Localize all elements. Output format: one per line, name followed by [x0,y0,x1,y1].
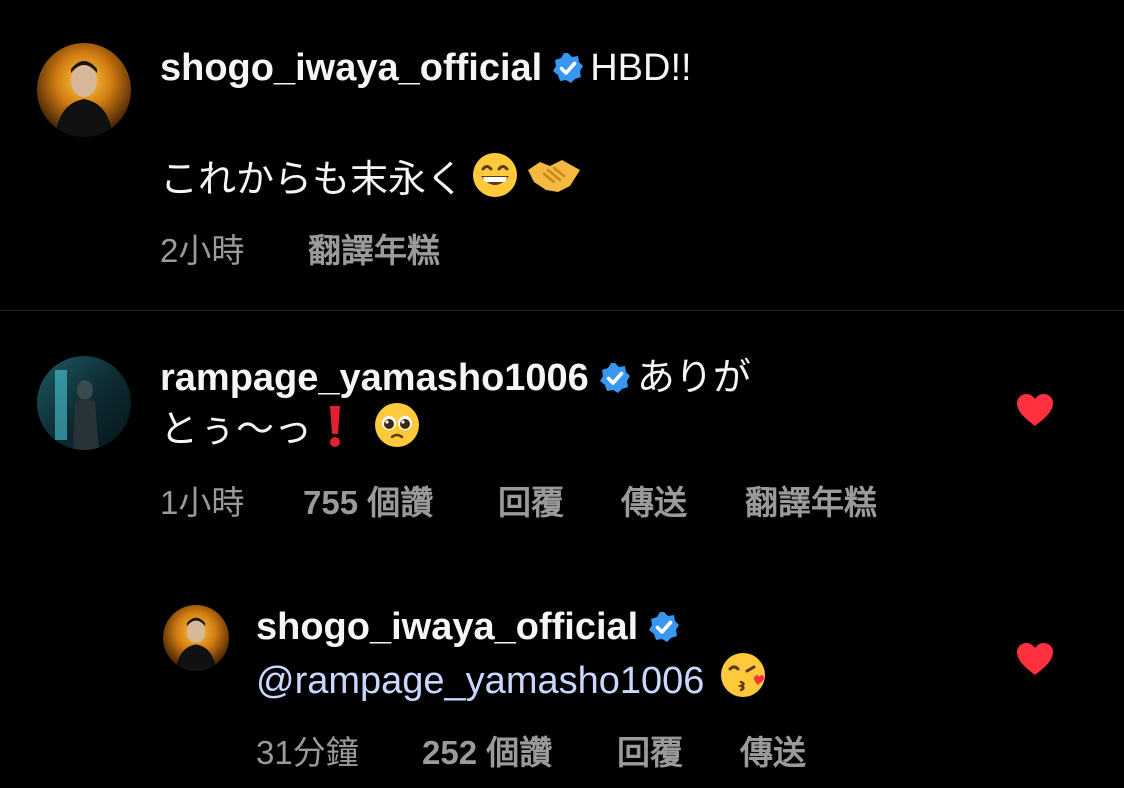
like-heart-icon[interactable] [1016,393,1054,427]
verified-badge-icon [552,48,584,96]
likes-count[interactable]: 252 個讚 [422,726,552,774]
mention-link[interactable]: @rampage_yamasho1006 [256,660,704,702]
divider [0,310,1124,311]
handshake-emoji [526,152,582,210]
comment-time: 1小時 [160,484,245,521]
avatar[interactable] [37,356,131,450]
reply-username[interactable]: shogo_iwaya_official [256,606,638,648]
avatar[interactable] [163,605,229,671]
comment-text: ありが [636,357,751,399]
comment-text: とぅ〜っ [160,409,313,451]
send-button[interactable]: 傳送 [621,476,687,524]
comment-username[interactable]: rampage_yamasho1006 [160,357,589,399]
grinning-face-emoji [472,152,518,210]
translate-link[interactable]: 翻譯年糕 [308,224,440,272]
likes-count[interactable]: 755 個讚 [303,476,433,524]
like-heart-icon[interactable] [1016,642,1054,676]
comment-text: HBD!! [590,47,692,89]
exclamation-emoji [326,404,344,460]
comment-time: 2小時 [160,232,245,269]
send-button[interactable]: 傳送 [740,726,806,774]
comment-time: 31分鐘 [256,734,359,771]
reply-button[interactable]: 回覆 [498,476,564,524]
kissing-face-emoji [720,651,768,711]
verified-badge-icon [599,358,631,406]
verified-badge-icon [648,607,680,655]
comment-text: これからも末永く [160,159,465,201]
comment-username[interactable]: shogo_iwaya_official [160,47,542,89]
translate-link[interactable]: 翻譯年糕 [745,476,877,524]
reply-button[interactable]: 回覆 [617,726,683,774]
pleading-face-emoji [374,402,420,460]
avatar[interactable] [37,43,131,137]
